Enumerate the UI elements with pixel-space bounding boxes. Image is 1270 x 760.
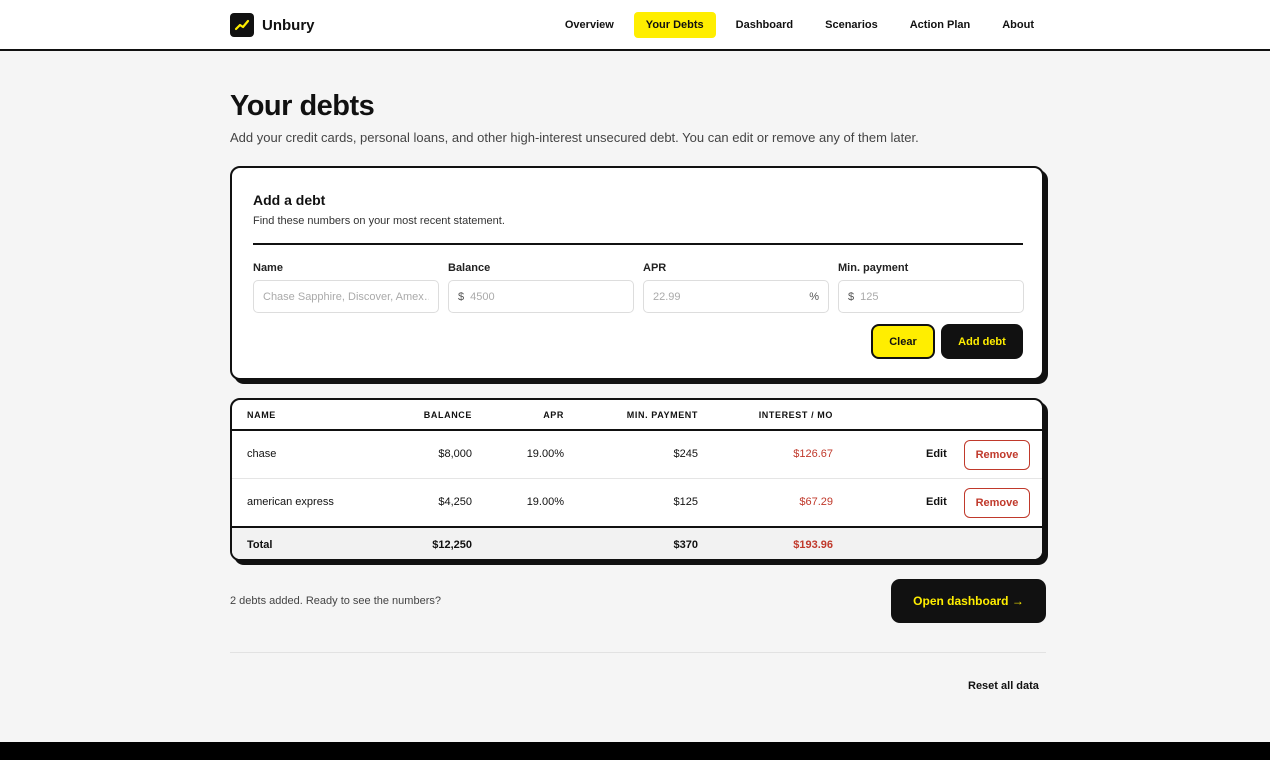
reset-all-data-button[interactable]: Reset all data bbox=[968, 680, 1039, 692]
apr-cell: 19.00% bbox=[526, 496, 564, 508]
table-row: chase $8,000 19.00% $245 $126.67 Edit Re… bbox=[232, 431, 1042, 479]
divider bbox=[253, 243, 1023, 245]
page-title: Your debts bbox=[230, 90, 375, 122]
name-input-wrapper bbox=[253, 280, 439, 313]
column-header-apr: APR bbox=[543, 410, 564, 420]
add-debt-button[interactable]: Add debt bbox=[941, 324, 1023, 359]
nav-item-overview[interactable]: Overview bbox=[553, 12, 626, 38]
column-header-min-payment: MIN. PAYMENT bbox=[626, 410, 698, 420]
table-row: american express $4,250 19.00% $125 $67.… bbox=[232, 479, 1042, 527]
balance-field-group: Balance $ bbox=[448, 262, 634, 313]
interest-cell: $67.29 bbox=[799, 496, 833, 508]
edit-button[interactable]: Edit bbox=[926, 448, 947, 460]
balance-cell: $4,250 bbox=[438, 496, 472, 508]
table-total-row: Total $12,250 $370 $193.96 bbox=[232, 526, 1042, 559]
page-subtitle: Add your credit cards, personal loans, a… bbox=[230, 130, 919, 145]
min-payment-cell: $125 bbox=[673, 496, 698, 508]
top-nav-bar: Unbury Overview Your Debts Dashboard Sce… bbox=[0, 0, 1270, 51]
percent-suffix: % bbox=[809, 290, 819, 303]
debts-table: NAME BALANCE APR MIN. PAYMENT INTEREST /… bbox=[230, 398, 1044, 561]
apr-input[interactable] bbox=[653, 290, 804, 303]
add-debt-hint: Find these numbers on your most recent s… bbox=[253, 215, 505, 227]
min-payment-field-group: Min. payment $ bbox=[838, 262, 1024, 313]
brand[interactable]: Unbury bbox=[230, 13, 315, 37]
total-min-payment: $370 bbox=[673, 539, 698, 551]
min-payment-input[interactable] bbox=[860, 290, 1014, 303]
interest-cell: $126.67 bbox=[793, 448, 833, 460]
remove-button[interactable]: Remove bbox=[964, 488, 1030, 518]
clear-button[interactable]: Clear bbox=[871, 324, 935, 359]
add-debt-card: Add a debt Find these numbers on your mo… bbox=[230, 166, 1044, 380]
nav-item-your-debts[interactable]: Your Debts bbox=[633, 12, 716, 38]
column-header-balance: BALANCE bbox=[423, 410, 472, 420]
debt-name-cell: american express bbox=[247, 496, 334, 508]
balance-label: Balance bbox=[448, 262, 491, 274]
name-input[interactable] bbox=[263, 290, 429, 303]
nav-item-action-plan[interactable]: Action Plan bbox=[898, 12, 983, 38]
min-payment-cell: $245 bbox=[673, 448, 698, 460]
trending-up-icon bbox=[230, 13, 254, 37]
name-field-group: Name bbox=[253, 262, 439, 313]
apr-field-group: APR % bbox=[643, 262, 829, 313]
apr-cell: 19.00% bbox=[526, 448, 564, 460]
nav-item-dashboard[interactable]: Dashboard bbox=[724, 12, 805, 38]
column-header-interest: INTEREST / MO bbox=[758, 410, 833, 420]
min-payment-input-wrapper: $ bbox=[838, 280, 1024, 313]
brand-name: Unbury bbox=[262, 16, 315, 34]
nav-item-scenarios[interactable]: Scenarios bbox=[813, 12, 890, 38]
column-header-name: NAME bbox=[247, 410, 276, 420]
total-balance: $12,250 bbox=[432, 539, 472, 551]
divider bbox=[230, 652, 1046, 653]
balance-input[interactable] bbox=[470, 290, 624, 303]
remove-button[interactable]: Remove bbox=[964, 440, 1030, 470]
min-payment-label: Min. payment bbox=[838, 262, 909, 274]
debt-name-cell: chase bbox=[247, 448, 277, 460]
balance-cell: $8,000 bbox=[438, 448, 472, 460]
nav-item-about[interactable]: About bbox=[990, 12, 1046, 38]
total-label: Total bbox=[247, 539, 273, 551]
apr-input-wrapper: % bbox=[643, 280, 829, 313]
total-interest: $193.96 bbox=[793, 539, 833, 551]
debt-count-text: 2 debts added. Ready to see the numbers? bbox=[230, 595, 441, 607]
dollar-prefix: $ bbox=[848, 290, 855, 303]
dollar-prefix: $ bbox=[458, 290, 465, 303]
name-label: Name bbox=[253, 262, 283, 274]
apr-label: APR bbox=[643, 262, 667, 274]
page-footer bbox=[0, 742, 1270, 760]
open-dashboard-button[interactable]: Open dashboard → bbox=[891, 579, 1046, 623]
edit-button[interactable]: Edit bbox=[926, 496, 947, 508]
table-header-row: NAME BALANCE APR MIN. PAYMENT INTEREST /… bbox=[232, 400, 1042, 431]
balance-input-wrapper: $ bbox=[448, 280, 634, 313]
main-nav: Overview Your Debts Dashboard Scenarios … bbox=[545, 12, 1046, 38]
add-debt-title: Add a debt bbox=[253, 192, 326, 208]
